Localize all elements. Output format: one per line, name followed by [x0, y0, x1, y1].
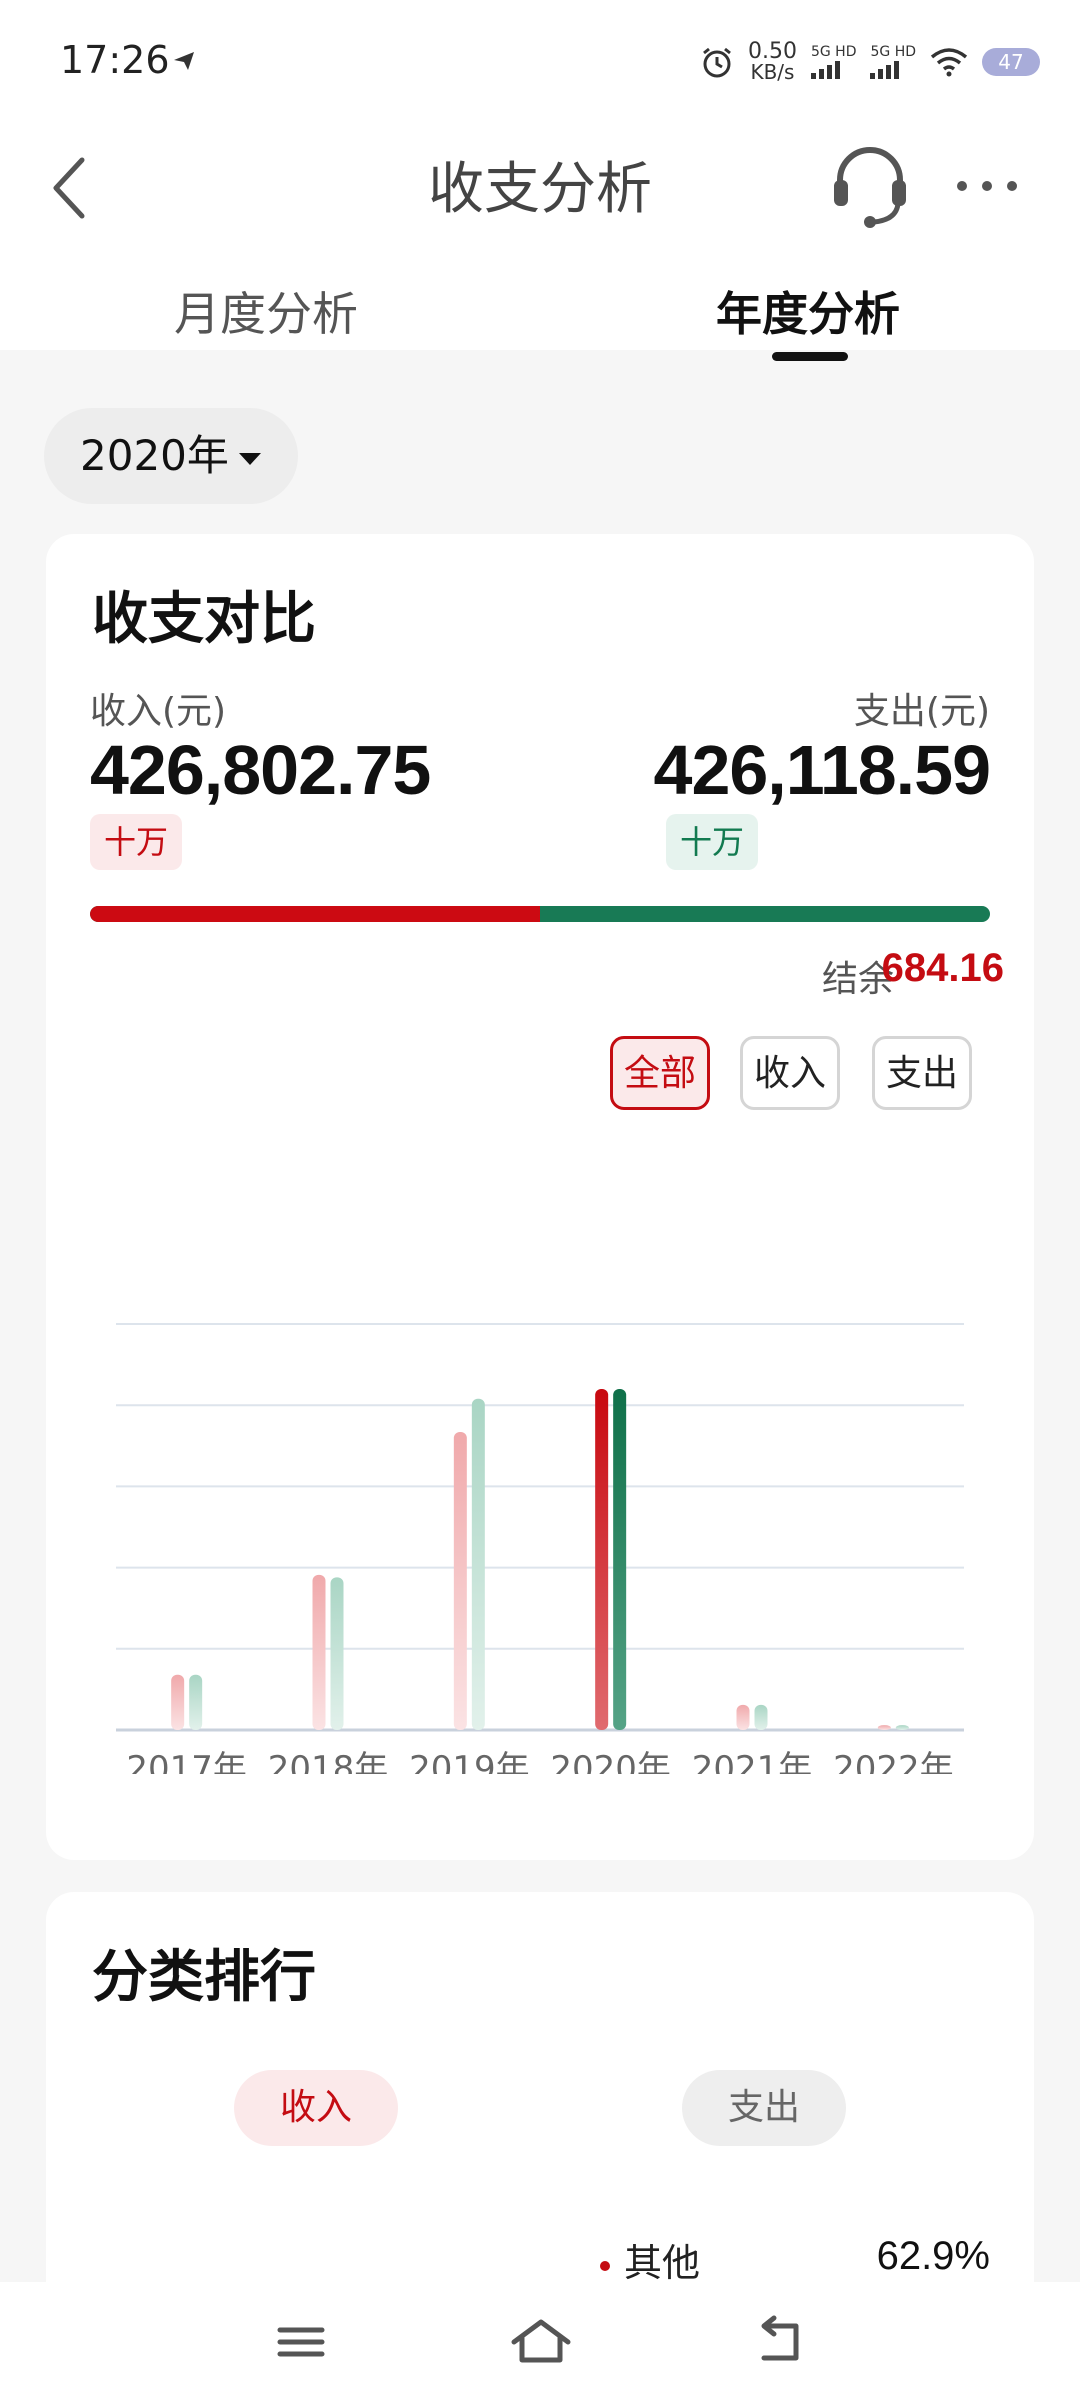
speed-value: 0.50 — [747, 39, 797, 64]
income-bar-4[interactable] — [736, 1704, 750, 1730]
ranking-income-tab[interactable]: 收入 — [234, 2070, 398, 2146]
status-time: 17:26 — [60, 38, 170, 82]
balance-value: 684.16 — [881, 946, 1004, 990]
x-tick-label: 2022年 — [833, 1749, 954, 1774]
caret-down-icon — [238, 452, 261, 465]
x-tick-label: 2020年 — [550, 1749, 671, 1774]
network-speed: 0.50 KB/s — [747, 39, 797, 84]
active-tab-indicator — [772, 352, 848, 361]
x-tick-label: 2019年 — [409, 1749, 530, 1774]
income-expense-card: 收支对比 收入(元) 支出(元) 426,802.75 426,118.59 十… — [46, 534, 1034, 1860]
income-bar-1[interactable] — [312, 1574, 326, 1730]
x-tick-label: 2017年 — [126, 1749, 247, 1774]
yearly-bar-chart: 2017年 2018年 2019年 2020年 2021年 2022年 — [116, 1323, 964, 1774]
expense-label: 支出(元) — [853, 691, 990, 732]
back-icon[interactable] — [746, 2312, 816, 2372]
signal-1-label: 5G HD — [810, 44, 857, 60]
speed-unit: KB/s — [750, 60, 795, 84]
income-expense-ratio-bar — [90, 906, 990, 922]
income-bar-0[interactable] — [171, 1674, 185, 1730]
income-bar-2[interactable] — [453, 1431, 467, 1730]
battery-indicator: 47 — [982, 48, 1040, 76]
comparison-title: 收支对比 — [92, 587, 316, 652]
signal-bars-icon — [870, 59, 900, 79]
expense-bar-0[interactable] — [189, 1674, 203, 1730]
filter-income-button[interactable]: 收入 — [740, 1036, 840, 1110]
income-ratio-fill — [90, 906, 541, 922]
x-tick-label: 2021年 — [692, 1749, 813, 1774]
expense-bar-2[interactable] — [471, 1398, 485, 1730]
status-bar: 17:26 0.50 KB/s 5G HD 5G HD 47 — [0, 0, 1080, 120]
ranking-title: 分类排行 — [92, 1945, 316, 2010]
x-tick-label: 2018年 — [268, 1749, 389, 1774]
signal-2-label: 5G HD — [870, 44, 916, 60]
app-header: 收支分析 月度分析 年度分析 — [0, 120, 1080, 361]
signal-bars-icon — [810, 59, 840, 79]
tab-yearly-analysis[interactable]: 年度分析 — [716, 278, 900, 344]
income-unit-badge: 十万 — [90, 814, 183, 870]
alarm-icon — [703, 47, 731, 78]
income-amount: 426,802.75 — [90, 731, 431, 809]
expense-bar-1[interactable] — [330, 1577, 344, 1730]
expense-bar-5[interactable] — [895, 1725, 909, 1730]
income-label: 收入(元) — [90, 691, 227, 732]
year-selector-value: 2020年 — [80, 431, 229, 480]
filter-expense-button[interactable]: 支出 — [872, 1036, 972, 1110]
more-icon[interactable] — [952, 166, 1022, 206]
system-navigation-bar — [0, 2282, 1080, 2408]
tab-monthly-analysis[interactable]: 月度分析 — [174, 278, 358, 344]
expense-bar-3[interactable] — [613, 1388, 627, 1730]
filter-all-button[interactable]: 全部 — [610, 1036, 710, 1110]
send-icon — [174, 52, 194, 70]
menu-icon[interactable] — [266, 2312, 336, 2372]
legend-dot — [600, 2260, 610, 2271]
ranking-item-name: 其他 — [624, 2241, 701, 2285]
page-title: 收支分析 — [428, 157, 652, 222]
income-bar-5[interactable] — [877, 1725, 891, 1730]
expense-bar-4[interactable] — [754, 1704, 768, 1730]
ranking-item-percent: 62.9% — [876, 2234, 990, 2278]
expense-amount: 426,118.59 — [653, 731, 991, 809]
ranking-item[interactable]: 其他 — [600, 2232, 700, 2287]
home-icon[interactable] — [506, 2312, 576, 2372]
income-bar-3[interactable] — [595, 1388, 609, 1730]
ranking-expense-tab[interactable]: 支出 — [682, 2070, 846, 2146]
signal-2: 5G HD — [870, 45, 916, 79]
wifi-icon — [930, 48, 968, 77]
customer-service-button[interactable] — [830, 140, 910, 230]
status-indicators: 0.50 KB/s 5G HD 5G HD 47 — [700, 40, 1040, 84]
year-selector[interactable]: 2020年 — [44, 408, 298, 504]
signal-1: 5G HD — [810, 44, 857, 79]
expense-unit-badge: 十万 — [666, 814, 759, 870]
